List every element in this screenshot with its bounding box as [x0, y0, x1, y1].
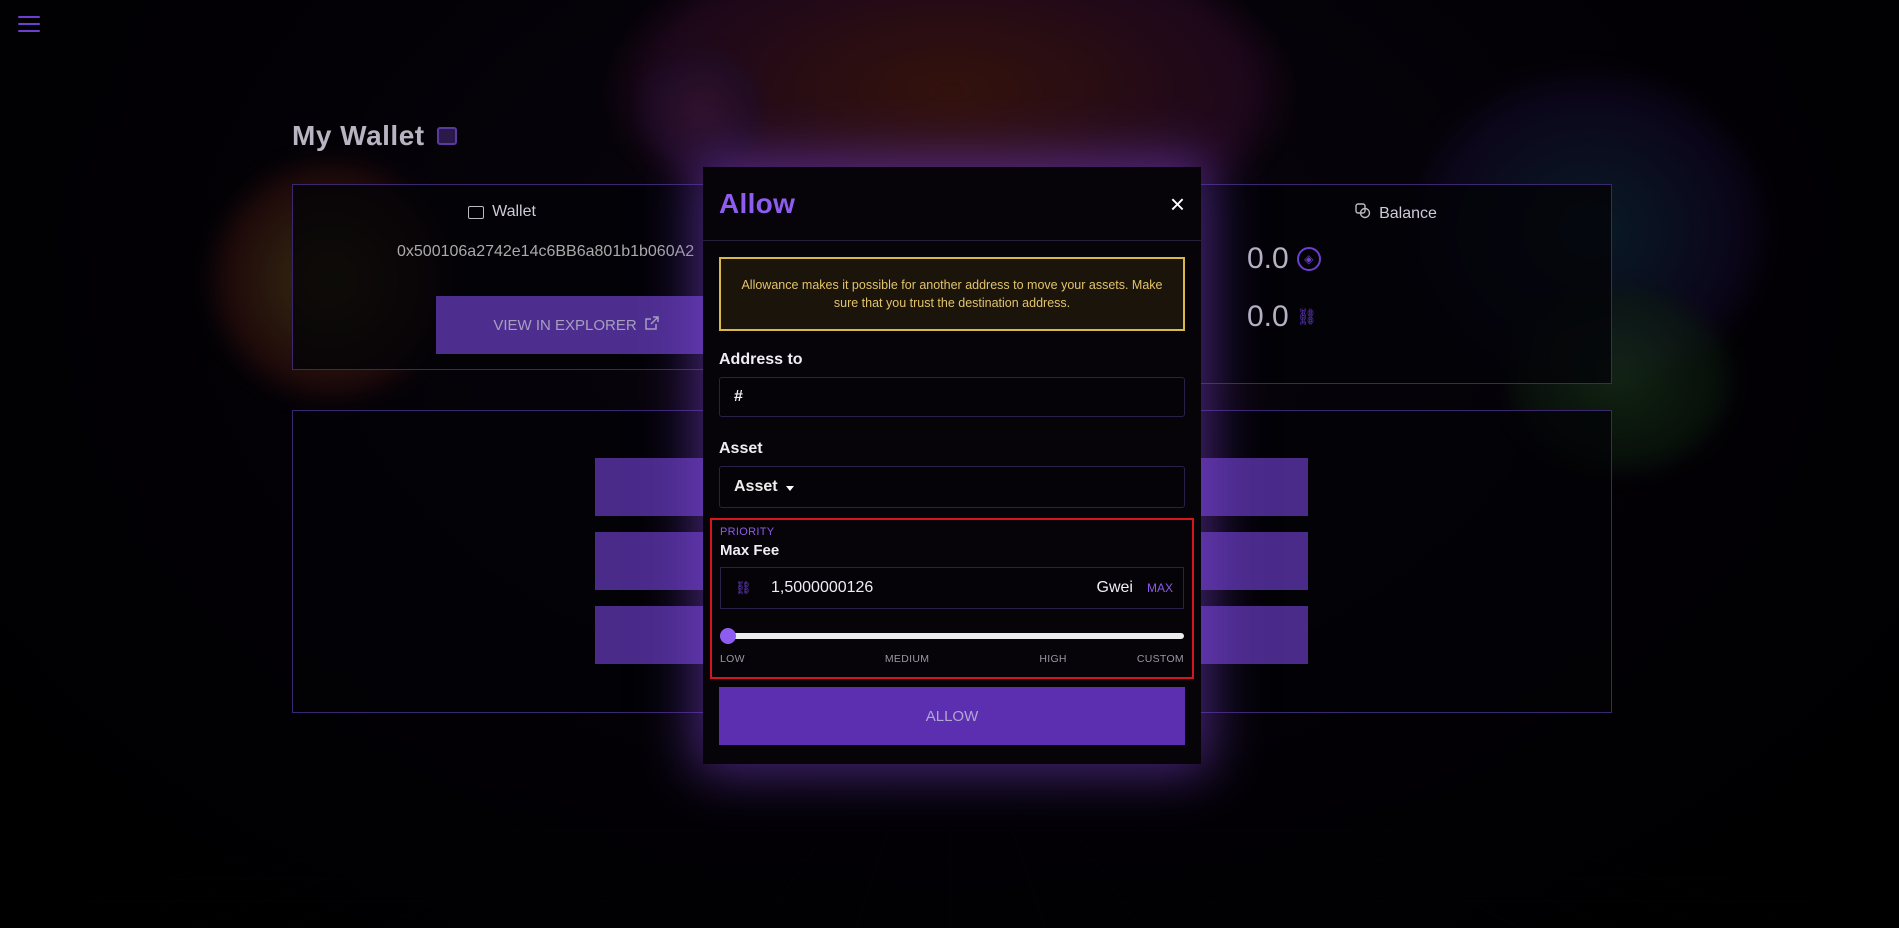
- balance-row: 0.0 ◈: [1247, 242, 1611, 276]
- link-icon: ⛓: [1296, 309, 1318, 326]
- allow-button-label: ALLOW: [925, 707, 979, 725]
- caret-down-icon: [785, 485, 794, 491]
- balance-card-header: Balance: [1181, 203, 1611, 224]
- allowance-warning: Allowance makes it possible for another …: [719, 257, 1185, 331]
- wallet-card-heading: Wallet: [492, 203, 536, 220]
- priority-slider[interactable]: [720, 628, 1184, 644]
- max-fee-value: 1,5000000126: [771, 579, 874, 596]
- priority-label: PRIORITY: [720, 526, 775, 538]
- page-title: My Wallet: [292, 120, 457, 152]
- address-to-value: #: [734, 388, 743, 405]
- link-icon: ⛓: [735, 580, 752, 595]
- wallet-card: Wallet 0x500106a2742e14c6BB6a801b1b060A2…: [292, 184, 716, 370]
- allow-modal: Allow × Allowance makes it possible for …: [703, 167, 1201, 764]
- external-link-icon: [644, 316, 659, 334]
- token-icon: ◈: [1296, 247, 1321, 271]
- tick-custom[interactable]: CUSTOM: [1137, 653, 1184, 665]
- wallet-icon: [468, 205, 485, 219]
- tick-high[interactable]: HIGH: [1039, 653, 1066, 665]
- hamburger-menu-icon[interactable]: [18, 16, 40, 34]
- wallet-card-header: Wallet: [293, 203, 711, 221]
- modal-header: Allow ×: [703, 167, 1201, 241]
- asset-label: Asset: [719, 440, 763, 457]
- slider-thumb[interactable]: [720, 628, 736, 644]
- balance-row: 0.0 ⛓: [1247, 300, 1611, 334]
- wallet-tag-icon[interactable]: [436, 127, 457, 145]
- tick-low[interactable]: LOW: [720, 653, 745, 665]
- fee-unit: Gwei: [1096, 579, 1133, 596]
- wallet-address: 0x500106a2742e14c6BB6a801b1b060A2: [397, 243, 695, 260]
- balance-card: Balance 0.0 ◈ 0.0 ⛓: [1180, 184, 1612, 384]
- max-fee-input[interactable]: ⛓ 1,5000000126 Gwei MAX: [720, 567, 1184, 609]
- address-to-label: Address to: [719, 351, 803, 368]
- priority-section: PRIORITY Max Fee ⛓ 1,5000000126 Gwei MAX…: [710, 518, 1194, 679]
- allow-button[interactable]: ALLOW: [719, 687, 1185, 745]
- slider-ticks: LOW MEDIUM HIGH CUSTOM: [720, 653, 1184, 665]
- asset-select[interactable]: Asset: [719, 466, 1185, 508]
- tick-medium[interactable]: MEDIUM: [885, 653, 929, 665]
- max-fee-label: Max Fee: [720, 542, 780, 559]
- address-to-input[interactable]: #: [719, 377, 1185, 417]
- view-in-explorer-button[interactable]: VIEW IN EXPLORER: [436, 296, 716, 354]
- page-title-text: My Wallet: [292, 120, 425, 151]
- balance-value: 0.0: [1247, 242, 1289, 275]
- max-button[interactable]: MAX: [1147, 581, 1173, 595]
- balance-card-heading: Balance: [1379, 204, 1437, 222]
- view-in-explorer-label: VIEW IN EXPLORER: [493, 316, 637, 334]
- modal-title: Allow: [719, 187, 796, 219]
- balance-value: 0.0: [1247, 300, 1289, 333]
- asset-selected-value: Asset: [734, 478, 778, 495]
- close-icon[interactable]: ×: [1170, 191, 1185, 217]
- balance-icon: [1355, 203, 1371, 224]
